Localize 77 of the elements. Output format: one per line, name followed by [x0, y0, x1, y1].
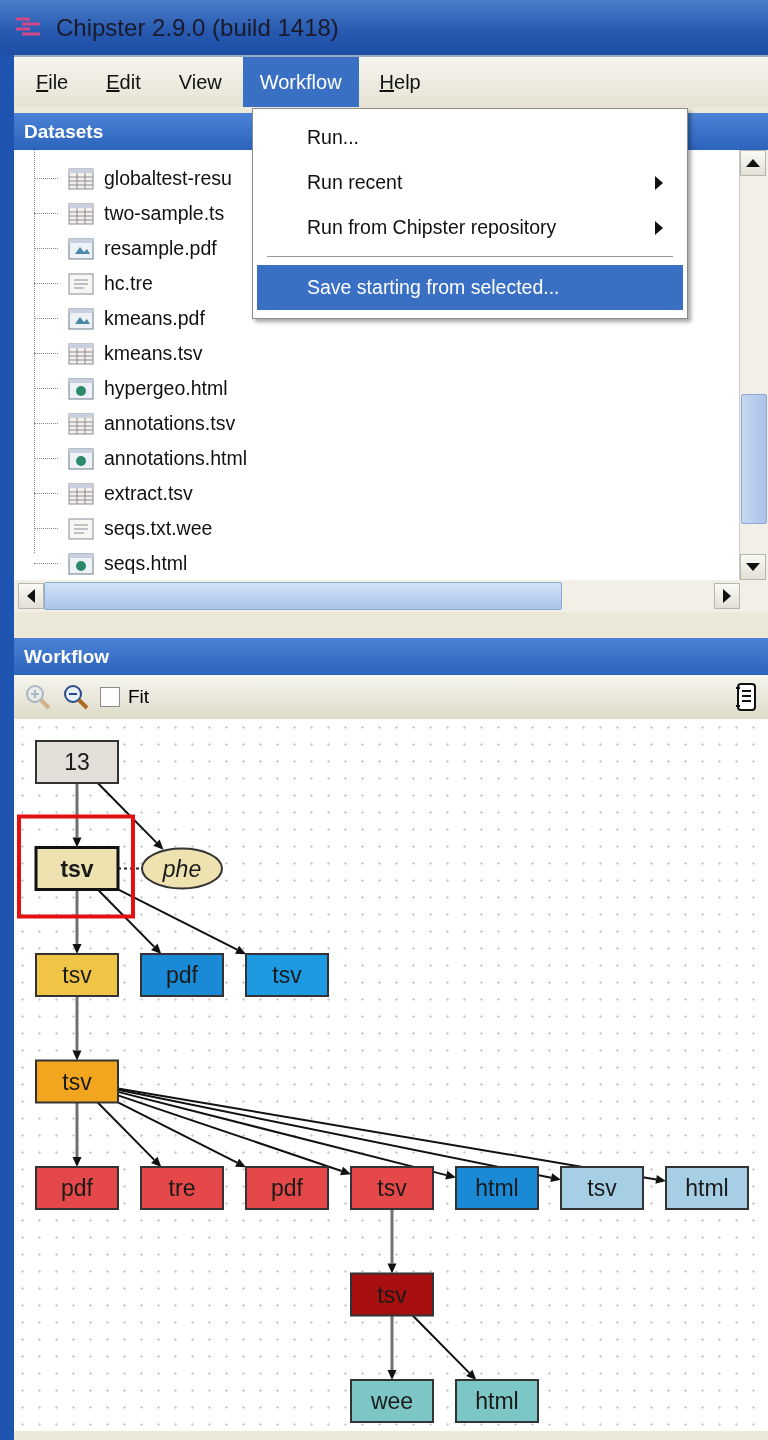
submenu-arrow-icon [655, 175, 663, 190]
web-page-icon [68, 377, 94, 400]
table-icon [68, 412, 94, 435]
table-icon [68, 342, 94, 365]
fit-label: Fit [128, 686, 150, 708]
dataset-node[interactable]: pdf [140, 953, 224, 997]
arrow [387, 1209, 397, 1274]
dataset-node[interactable]: tre [140, 1166, 224, 1210]
menu-item[interactable]: View [161, 57, 239, 107]
dataset-node[interactable]: html [455, 1166, 539, 1210]
down-arrow-icon [746, 563, 760, 571]
dataset-item[interactable]: hypergeo.html [104, 377, 228, 400]
image-icon [68, 307, 94, 330]
text-file-icon [68, 272, 94, 295]
web-page-icon [68, 447, 94, 470]
panel-title: Workflow [24, 645, 110, 668]
dataset-item[interactable]: globaltest-resu [104, 167, 232, 190]
arrow [72, 996, 82, 1061]
scroll-left-button[interactable] [18, 583, 44, 609]
text-file-icon [68, 517, 94, 540]
arrow [72, 783, 82, 848]
up-arrow-icon [746, 159, 760, 167]
scroll-right-button[interactable] [714, 583, 740, 609]
table-icon [68, 202, 94, 225]
panel-title: Datasets [24, 120, 104, 143]
menu-option[interactable]: Run recent [257, 160, 683, 205]
dataset-node[interactable]: tsv [34, 846, 120, 891]
notes-icon[interactable] [734, 682, 758, 712]
right-arrow-icon [723, 589, 731, 603]
left-arrow-icon [27, 589, 35, 603]
arrow [411, 1314, 477, 1380]
dataset-item[interactable]: seqs.html [104, 552, 188, 575]
dataset-item[interactable]: extract.tsv [104, 482, 193, 505]
dataset-node[interactable]: html [455, 1379, 539, 1423]
menu-option[interactable]: Run... [257, 115, 683, 160]
dataset-node[interactable]: tsv [245, 953, 329, 997]
dataset-item[interactable]: kmeans.tsv [104, 342, 203, 365]
arrow [72, 889, 82, 954]
dataset-item[interactable]: seqs.txt.wee [104, 517, 213, 540]
scrollbar-thumb[interactable] [741, 394, 767, 524]
menu-item[interactable]: Edit [89, 57, 158, 107]
dataset-node[interactable]: pdf [245, 1166, 329, 1210]
menu-item[interactable]: File [19, 57, 86, 107]
dataset-item[interactable]: two-sample.ts [104, 202, 225, 225]
dataset-node[interactable]: 13 [35, 740, 119, 784]
table-icon [68, 167, 94, 190]
link-line [117, 867, 142, 870]
dataset-node[interactable]: tsv [35, 953, 119, 997]
submenu-arrow-icon [655, 220, 663, 235]
image-icon [68, 237, 94, 260]
table-icon [68, 482, 94, 505]
dataset-node[interactable]: html [665, 1166, 749, 1210]
menu-item[interactable]: Help [362, 57, 438, 107]
dataset-node[interactable]: tsv [35, 1059, 119, 1104]
phenodata-node[interactable]: phe [141, 847, 223, 890]
arrow [387, 1315, 397, 1380]
menu-option[interactable]: Run from Chipster repository [257, 205, 683, 250]
scrollbar-thumb[interactable] [44, 582, 562, 610]
dataset-item[interactable]: hc.tre [104, 272, 153, 295]
zoom-out-button[interactable] [62, 683, 90, 711]
web-page-icon [68, 552, 94, 575]
dataset-item[interactable]: resample.pdf [104, 237, 217, 260]
menu-option[interactable]: Save starting from selected... [257, 265, 683, 310]
dataset-item[interactable]: annotations.html [104, 447, 248, 470]
arrow [96, 782, 164, 850]
dataset-node[interactable]: tsv [560, 1166, 644, 1210]
scroll-down-button[interactable] [740, 554, 766, 580]
dataset-node[interactable]: tsv [350, 1166, 434, 1210]
dataset-node[interactable]: wee [350, 1379, 434, 1423]
window-title: Chipster 2.9.0 (build 1418) [56, 13, 339, 42]
fit-checkbox[interactable] [100, 687, 120, 707]
dataset-node[interactable]: pdf [35, 1166, 119, 1210]
scroll-up-button[interactable] [740, 150, 766, 176]
menu-item[interactable]: Workflow [242, 57, 359, 107]
dataset-item[interactable]: kmeans.pdf [104, 307, 205, 330]
dataset-item[interactable]: annotations.tsv [104, 412, 236, 435]
arrow [72, 1102, 82, 1167]
